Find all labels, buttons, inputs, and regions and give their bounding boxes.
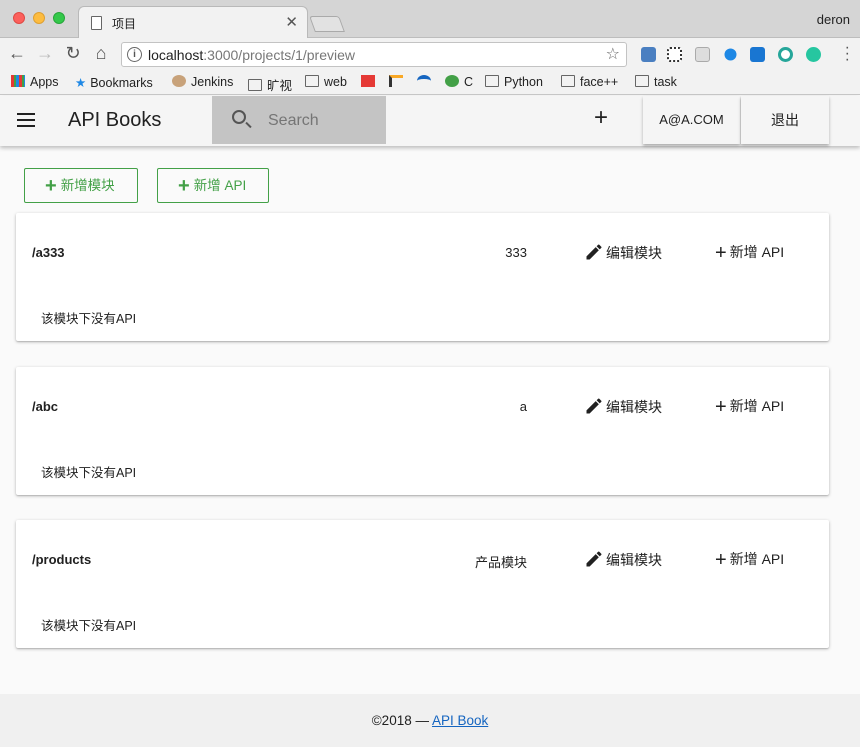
logout-button[interactable]: 退出 [741, 96, 829, 144]
add-api-to-module-button[interactable]: + 新增 API [715, 549, 784, 572]
browser-titlebar: 项目 ✕ deron [0, 0, 860, 39]
arc-icon [417, 75, 431, 87]
empty-module-text: 该模块下没有API [41, 619, 137, 633]
module-path: /abc [32, 399, 59, 414]
plus-icon: + [715, 396, 727, 418]
module-card: /a333 333 编辑模块 + 新增 API 该模块下没有API [16, 213, 829, 341]
star-icon: ★ [75, 76, 87, 90]
bookmark-bookmarks[interactable]: ★ Bookmarks [75, 75, 153, 90]
close-window-button[interactable] [13, 12, 25, 24]
module-card: /abc a 编辑模块 + 新增 API 该模块下没有API [16, 367, 829, 495]
jenkins-icon [172, 75, 186, 87]
url-text: localhost:3000/projects/1/preview [148, 47, 356, 63]
search-placeholder: Search [268, 112, 319, 129]
extension-icon[interactable] [806, 47, 821, 62]
empty-module-text: 该模块下没有API [41, 466, 137, 480]
bookmark-s[interactable] [361, 75, 380, 89]
empty-module-text: 该模块下没有API [41, 312, 137, 326]
app-header: API Books Search + A@A.COM 退出 [0, 96, 860, 146]
new-tab-button[interactable] [309, 16, 345, 32]
plus-icon: + [178, 175, 190, 197]
footer: ©2018 — API Book [0, 694, 860, 747]
pencil-icon [586, 551, 602, 567]
edit-module-button[interactable]: 编辑模块 [584, 242, 662, 263]
search-icon [232, 110, 246, 124]
home-icon[interactable]: ⌂ [91, 43, 111, 64]
search-input[interactable]: Search [212, 96, 386, 144]
back-arrow-icon[interactable]: ← [7, 43, 27, 64]
add-icon[interactable]: + [588, 106, 614, 132]
bookmark-apps[interactable]: Apps [11, 75, 59, 89]
profile-name[interactable]: deron [817, 12, 850, 27]
bookmark-jenkins[interactable]: Jenkins [172, 75, 233, 89]
reload-icon[interactable]: ↻ [63, 43, 83, 64]
bookmark-bolt[interactable] [389, 75, 408, 89]
add-api-button[interactable]: + 新增 API [157, 168, 269, 203]
s-logo-icon [361, 75, 375, 87]
tab-title: 项目 [112, 17, 137, 31]
browser-toolbar: ← → ↻ ⌂ i localhost:3000/projects/1/prev… [0, 38, 860, 71]
address-bar[interactable]: i localhost:3000/projects/1/preview ☆ [121, 42, 627, 67]
plus-icon: + [715, 242, 727, 264]
folder-icon [561, 75, 575, 87]
module-description: a [519, 399, 527, 414]
bookmark-folder[interactable]: web [305, 75, 347, 89]
page-icon [91, 16, 102, 30]
menu-dots-icon[interactable]: · · · [845, 40, 850, 68]
close-tab-icon[interactable]: ✕ [285, 13, 298, 31]
pencil-icon [586, 244, 602, 260]
add-api-to-module-button[interactable]: + 新增 API [715, 242, 784, 265]
code-icon [445, 75, 459, 87]
user-button[interactable]: A@A.COM [643, 96, 740, 144]
apps-grid-icon [11, 75, 25, 87]
extension-icon[interactable] [695, 47, 710, 62]
folder-icon [248, 79, 262, 91]
module-description: 333 [505, 245, 527, 260]
info-icon[interactable]: i [127, 47, 142, 62]
menu-icon[interactable] [17, 113, 35, 127]
edit-module-button[interactable]: 编辑模块 [584, 549, 662, 570]
bookmark-folder[interactable]: Python [485, 75, 543, 89]
folder-icon [635, 75, 649, 87]
bookmark-c[interactable]: C [445, 75, 473, 89]
bookmark-folder[interactable]: 旷视 [248, 75, 292, 94]
module-description: 产品模块 [474, 555, 527, 570]
maximize-window-button[interactable] [53, 12, 65, 24]
add-api-to-module-button[interactable]: + 新增 API [715, 396, 784, 419]
plus-icon: + [45, 175, 57, 197]
pencil-icon [586, 398, 602, 414]
bookmarks-bar: Apps ★ Bookmarks Jenkins 旷视 web C Python … [0, 71, 860, 95]
extension-icon[interactable] [641, 47, 656, 62]
bookmark-folder[interactable]: face++ [561, 75, 618, 89]
bookmark-folder[interactable]: task [635, 75, 677, 89]
api-book-link[interactable]: API Book [432, 713, 488, 728]
app-title: API Books [68, 109, 162, 131]
minimize-window-button[interactable] [33, 12, 45, 24]
module-path: /products [32, 552, 92, 567]
extension-icon[interactable] [724, 48, 737, 61]
browser-tab[interactable]: 项目 ✕ [78, 6, 308, 39]
qr-extension-icon[interactable] [667, 47, 682, 62]
extension-icon[interactable] [778, 47, 793, 62]
bolt-icon [389, 75, 403, 87]
edit-module-button[interactable]: 编辑模块 [584, 396, 662, 417]
extension-icon[interactable] [750, 47, 765, 62]
module-path: /a333 [32, 245, 65, 260]
folder-icon [305, 75, 319, 87]
plus-icon: + [715, 549, 727, 571]
module-card: /products 产品模块 编辑模块 + 新增 API 该模块下没有API [16, 520, 829, 648]
forward-arrow-icon[interactable]: → [35, 43, 55, 64]
copyright-text: ©2018 — [371, 713, 432, 728]
add-module-button[interactable]: + 新增模块 [24, 168, 138, 203]
bookmark-star-icon[interactable]: ☆ [606, 44, 620, 64]
bookmark-arc[interactable] [417, 75, 436, 89]
folder-icon [485, 75, 499, 87]
